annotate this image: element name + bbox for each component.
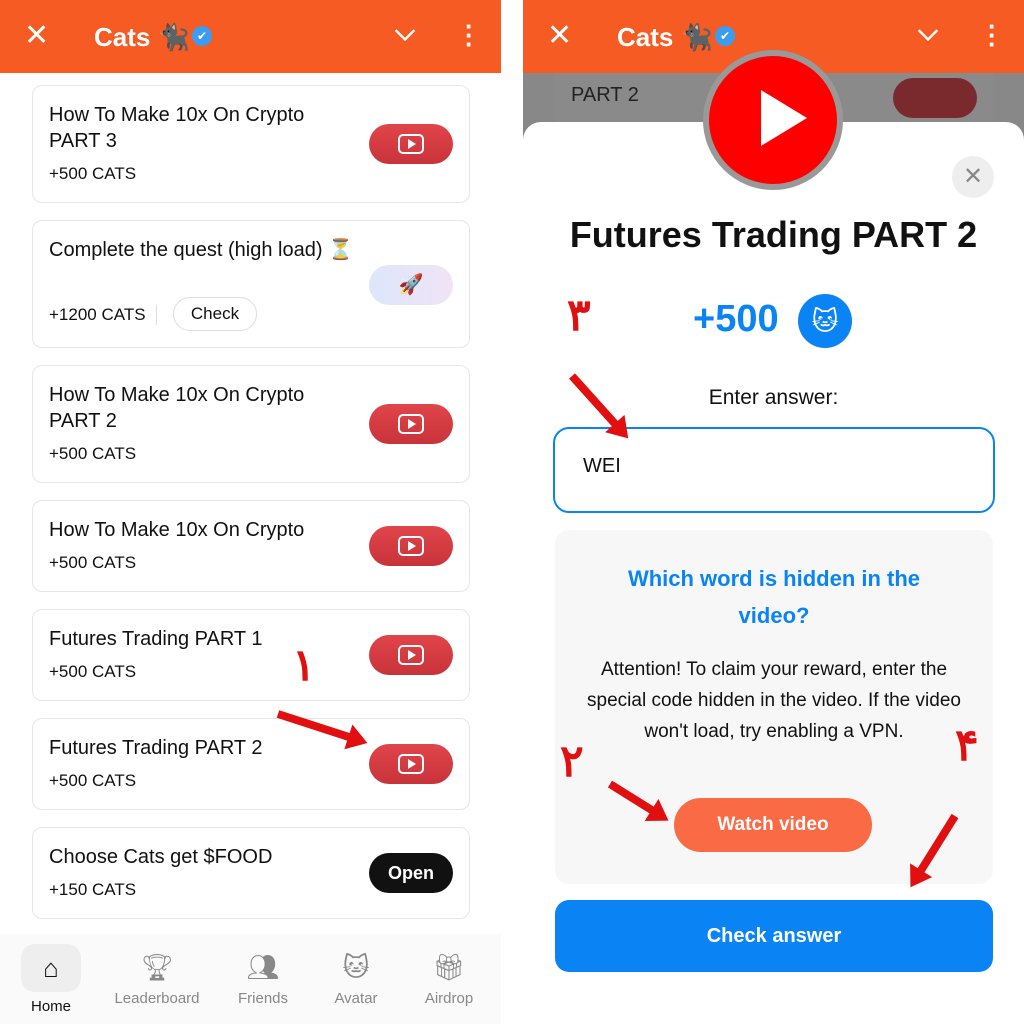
youtube-button bbox=[893, 78, 977, 118]
nav-avatar[interactable]: 🐱︎ Avatar bbox=[306, 934, 406, 1007]
close-modal-button[interactable]: ✕ bbox=[952, 156, 994, 198]
rocket-button[interactable]: 🚀 bbox=[369, 265, 453, 305]
question-text: Which word is hidden in the video? bbox=[627, 566, 921, 628]
task-title: How To Make 10x On Crypto bbox=[49, 519, 305, 541]
task-reward: +500 CATS bbox=[49, 771, 137, 790]
more-icon[interactable]: · · · bbox=[988, 13, 997, 57]
close-icon[interactable]: ✕ bbox=[547, 18, 572, 53]
home-icon: ⌂ bbox=[21, 944, 81, 992]
task-card: Complete the quest (high load) ⏳ +1200 C… bbox=[32, 220, 470, 348]
nav-label: Avatar bbox=[334, 990, 378, 1007]
nav-friends[interactable]: 👥︎ Friends bbox=[213, 934, 313, 1007]
annotation-1: ١ bbox=[292, 641, 316, 690]
open-button[interactable]: Open bbox=[369, 853, 453, 893]
task-title: Complete the quest (high load) ⏳ bbox=[49, 239, 353, 261]
task-card: Futures Trading PART 1 +500 CATS bbox=[32, 609, 470, 701]
task-card: How To Make 10x On Crypto PART 3 +500 CA… bbox=[32, 85, 470, 203]
watch-video-button[interactable]: Watch video bbox=[674, 798, 872, 852]
nav-label: Friends bbox=[237, 990, 289, 1007]
friends-icon: 👥︎ bbox=[246, 952, 280, 982]
youtube-button[interactable] bbox=[369, 635, 453, 675]
task-reward: +500 CATS bbox=[49, 553, 137, 572]
info-box: Which word is hidden in the video? Atten… bbox=[555, 530, 993, 884]
dimmed-card-title: PART 2 bbox=[571, 84, 639, 106]
cats-coin-icon: 🐱︎ bbox=[798, 294, 852, 348]
task-card: Choose Cats get $FOOD +150 CATS Open bbox=[32, 827, 470, 919]
task-title: How To Make 10x On Crypto PART 2 bbox=[49, 384, 305, 432]
youtube-button[interactable] bbox=[369, 526, 453, 566]
check-answer-button[interactable]: Check answer bbox=[555, 900, 993, 972]
check-button[interactable]: Check bbox=[173, 297, 257, 331]
task-reward: +1200 CATS bbox=[49, 305, 157, 325]
youtube-icon bbox=[398, 754, 424, 774]
youtube-button[interactable] bbox=[369, 124, 453, 164]
task-title: How To Make 10x On Crypto PART 3 bbox=[49, 104, 305, 152]
bottom-nav: ⌂ Home 🏆︎ Leaderboard 👥︎ Friends 🐱︎ Avatar 🎁… bbox=[0, 934, 501, 1024]
close-icon[interactable]: ✕ bbox=[24, 18, 49, 53]
youtube-icon bbox=[398, 414, 424, 434]
annotation-2: ٢ bbox=[560, 737, 584, 786]
cat-icon: 🐱︎ bbox=[342, 952, 370, 982]
nav-label: Leaderboard bbox=[114, 990, 200, 1007]
quiz-screen: ✕ Cats 🐈‍⬛ ✔ · · · PART 2 ✕ Futures Tradin… bbox=[523, 0, 1024, 1024]
task-card: How To Make 10x On Crypto +500 CATS bbox=[32, 500, 470, 592]
chevron-down-icon[interactable] bbox=[394, 20, 416, 42]
task-title: Choose Cats get $FOOD bbox=[49, 846, 273, 868]
task-card: How To Make 10x On Crypto PART 2 +500 CA… bbox=[32, 365, 470, 483]
task-reward: +500 CATS bbox=[49, 444, 137, 463]
app-header: ✕ Cats 🐈‍⬛ ✔ · · · bbox=[0, 0, 501, 73]
modal-title: Futures Trading PART 2 bbox=[569, 214, 978, 255]
task-reward: +500 CATS bbox=[49, 662, 137, 681]
verified-icon: ✔ bbox=[192, 26, 212, 46]
nav-label: Home bbox=[30, 998, 71, 1015]
chevron-down-icon[interactable] bbox=[917, 20, 939, 42]
task-card: Futures Trading PART 2 +500 CATS bbox=[32, 718, 470, 810]
nav-home[interactable]: ⌂ Home bbox=[1, 934, 101, 1015]
app-title: Cats 🐈‍⬛ bbox=[94, 22, 190, 52]
attention-text: Attention! To claim your reward, enter t… bbox=[587, 659, 961, 742]
annotation-3: ٣ bbox=[567, 291, 591, 340]
youtube-icon bbox=[398, 645, 424, 665]
nav-leaderboard[interactable]: 🏆︎ Leaderboard bbox=[107, 934, 207, 1007]
task-reward: +150 CATS bbox=[49, 880, 137, 899]
annotation-4: ۴ bbox=[955, 721, 979, 770]
youtube-icon bbox=[398, 134, 424, 154]
nav-airdrop[interactable]: 🎁︎ Airdrop bbox=[399, 934, 499, 1007]
verified-icon: ✔ bbox=[715, 26, 735, 46]
trophy-icon: 🏆︎ bbox=[140, 952, 174, 982]
task-title: Futures Trading PART 2 bbox=[49, 737, 263, 759]
quiz-modal: ✕ Futures Trading PART 2 +500 🐱︎ Enter a… bbox=[523, 122, 1024, 1024]
youtube-logo-icon bbox=[703, 50, 843, 190]
gift-icon: 🎁︎ bbox=[432, 952, 466, 982]
youtube-icon bbox=[398, 536, 424, 556]
more-icon[interactable]: · · · bbox=[465, 13, 474, 57]
app-title: Cats 🐈‍⬛ bbox=[617, 22, 713, 52]
task-reward: +500 CATS bbox=[49, 164, 137, 183]
youtube-button[interactable] bbox=[369, 744, 453, 784]
reward-amount: +500 bbox=[693, 298, 779, 340]
youtube-button[interactable] bbox=[369, 404, 453, 444]
nav-label: Airdrop bbox=[424, 990, 474, 1007]
task-list-screen: ✕ Cats 🐈‍⬛ ✔ · · · How To Make 10x On Cryp… bbox=[0, 0, 501, 1024]
